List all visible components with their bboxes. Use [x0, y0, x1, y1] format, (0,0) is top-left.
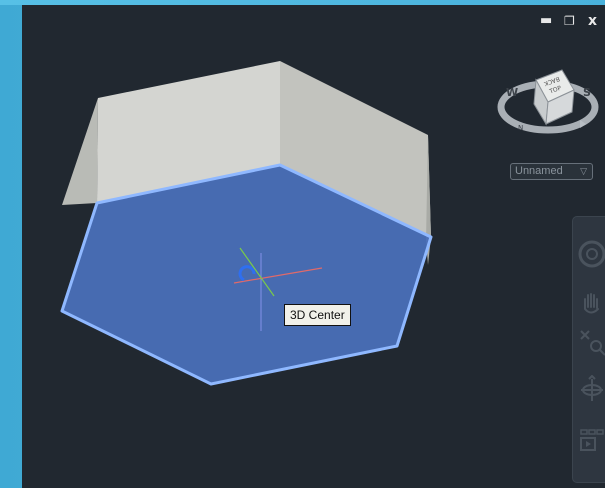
showmotion-icon[interactable] [577, 427, 605, 457]
prism-left-face[interactable] [62, 98, 98, 205]
3d-viewport[interactable]: ▬ ❐ x W S N TOP BACK Unnamed ▽ 3D Center [22, 5, 605, 488]
named-view-label: Unnamed [515, 165, 563, 177]
pan-icon[interactable] [577, 287, 605, 317]
zoom-extents-icon[interactable] [577, 327, 605, 357]
compass-west-label[interactable]: W [506, 86, 518, 99]
named-view-dropdown[interactable]: Unnamed ▽ [510, 163, 593, 180]
compass-south-label[interactable]: S [583, 86, 591, 99]
compass-north-label[interactable]: N [518, 124, 523, 132]
minimize-button[interactable]: ▬ [540, 13, 552, 29]
close-button[interactable]: x [588, 13, 597, 29]
chevron-down-icon: ▽ [580, 166, 587, 176]
navigation-bar[interactable] [572, 216, 605, 483]
steering-wheel-icon[interactable] [577, 239, 605, 269]
restore-button[interactable]: ❐ [564, 13, 575, 29]
tooltip-3d-center: 3D Center [284, 304, 351, 326]
orbit-icon[interactable] [577, 375, 605, 405]
viewcube[interactable]: W S N TOP BACK [496, 62, 600, 152]
